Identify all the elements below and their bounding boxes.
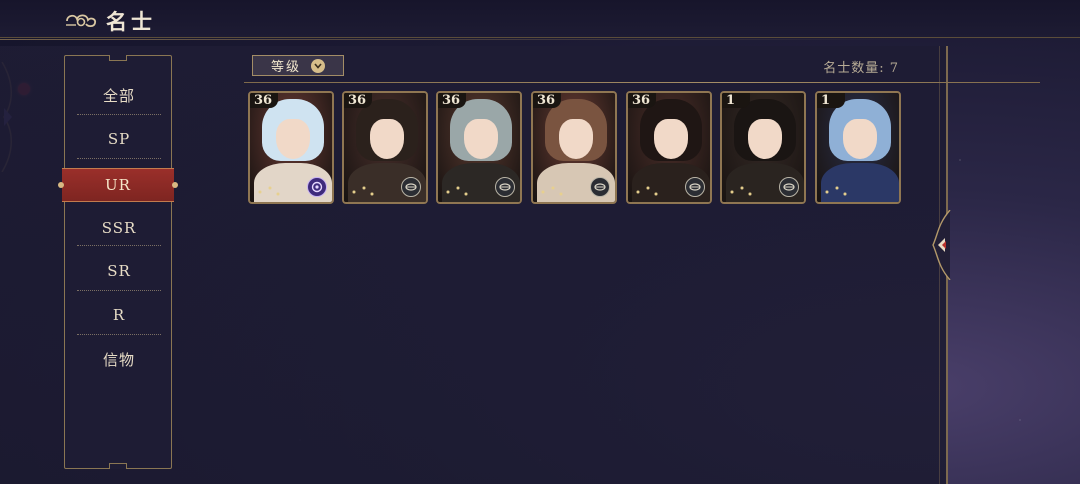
sidebar-top-cap bbox=[109, 55, 127, 61]
compass-badge-icon bbox=[685, 177, 705, 197]
sidebar-item-ur[interactable]: UR bbox=[62, 168, 174, 202]
sidebar-item-sr[interactable]: SR bbox=[77, 249, 161, 293]
level-tag: 36 bbox=[533, 93, 561, 108]
sidebar-item-all[interactable]: 全部 bbox=[77, 73, 161, 117]
orb-badge-icon bbox=[307, 177, 327, 197]
sidebar-item-label: 全部 bbox=[102, 86, 135, 105]
sidebar-item-label: SSR bbox=[101, 219, 137, 237]
title-group: 名士 bbox=[64, 6, 156, 36]
category-sidebar: 全部 SP UR SSR SR R 信物 bbox=[62, 55, 174, 469]
sidebar-item-token[interactable]: 信物 bbox=[77, 337, 161, 381]
character-face bbox=[748, 119, 782, 159]
level-tag: 36 bbox=[438, 93, 466, 108]
character-card[interactable]: 36 bbox=[531, 91, 617, 204]
sidebar-item-label: SR bbox=[107, 262, 131, 280]
expand-panel-tab-icon[interactable] bbox=[930, 210, 952, 280]
level-tag: 36 bbox=[628, 93, 656, 108]
level-tag: 36 bbox=[250, 93, 278, 108]
compass-badge-icon bbox=[590, 177, 610, 197]
character-count: 名士数量: 7 bbox=[823, 61, 899, 76]
cloud-emblem-icon bbox=[66, 14, 97, 28]
star-sparkle-icon bbox=[726, 182, 754, 198]
star-sparkle-icon bbox=[632, 182, 660, 198]
star-sparkle-icon bbox=[821, 182, 849, 198]
sidebar-item-label: 信物 bbox=[102, 350, 135, 369]
chevron-down-icon bbox=[311, 58, 325, 73]
page-title: 名士 bbox=[106, 9, 156, 34]
sidebar-item-label: UR bbox=[105, 176, 131, 194]
sidebar-item-ssr[interactable]: SSR bbox=[77, 206, 161, 250]
sidebar-item-label: R bbox=[112, 306, 126, 324]
sidebar-item-sp[interactable]: SP bbox=[77, 117, 161, 161]
character-face bbox=[559, 119, 593, 159]
sort-dropdown[interactable]: 等级 bbox=[252, 55, 344, 76]
sort-dropdown-label: 等级 bbox=[270, 60, 301, 75]
character-card[interactable]: 36 bbox=[436, 91, 522, 204]
character-card[interactable]: 1 bbox=[720, 91, 806, 204]
character-face bbox=[276, 119, 310, 159]
level-tag: 1 bbox=[722, 93, 750, 108]
star-sparkle-icon bbox=[348, 182, 376, 198]
top-header: 名士 bbox=[0, 0, 1080, 40]
star-sparkle-icon bbox=[537, 182, 565, 198]
character-card[interactable]: 36 bbox=[342, 91, 428, 204]
character-card[interactable]: 36 bbox=[626, 91, 712, 204]
sidebar-separator bbox=[77, 334, 161, 335]
character-face bbox=[654, 119, 688, 159]
star-sparkle-icon bbox=[254, 182, 282, 198]
character-face bbox=[464, 119, 498, 159]
compass-badge-icon bbox=[495, 177, 515, 197]
sidebar-separator bbox=[77, 114, 161, 115]
sidebar-bottom-cap bbox=[109, 463, 127, 469]
sidebar-item-r[interactable]: R bbox=[77, 293, 161, 337]
level-tag: 1 bbox=[817, 93, 845, 108]
compass-badge-icon bbox=[779, 177, 799, 197]
character-face bbox=[843, 119, 877, 159]
level-tag: 36 bbox=[344, 93, 372, 108]
sidebar-separator bbox=[77, 245, 161, 246]
divider-line bbox=[244, 82, 1040, 83]
compass-badge-icon bbox=[401, 177, 421, 197]
sidebar-item-label: SP bbox=[107, 130, 131, 148]
character-face bbox=[370, 119, 404, 159]
sidebar-separator bbox=[77, 158, 161, 159]
star-sparkle-icon bbox=[442, 182, 470, 198]
character-card[interactable]: 1 bbox=[815, 91, 901, 204]
sidebar-separator bbox=[77, 290, 161, 291]
character-card[interactable]: 36 bbox=[248, 91, 334, 204]
